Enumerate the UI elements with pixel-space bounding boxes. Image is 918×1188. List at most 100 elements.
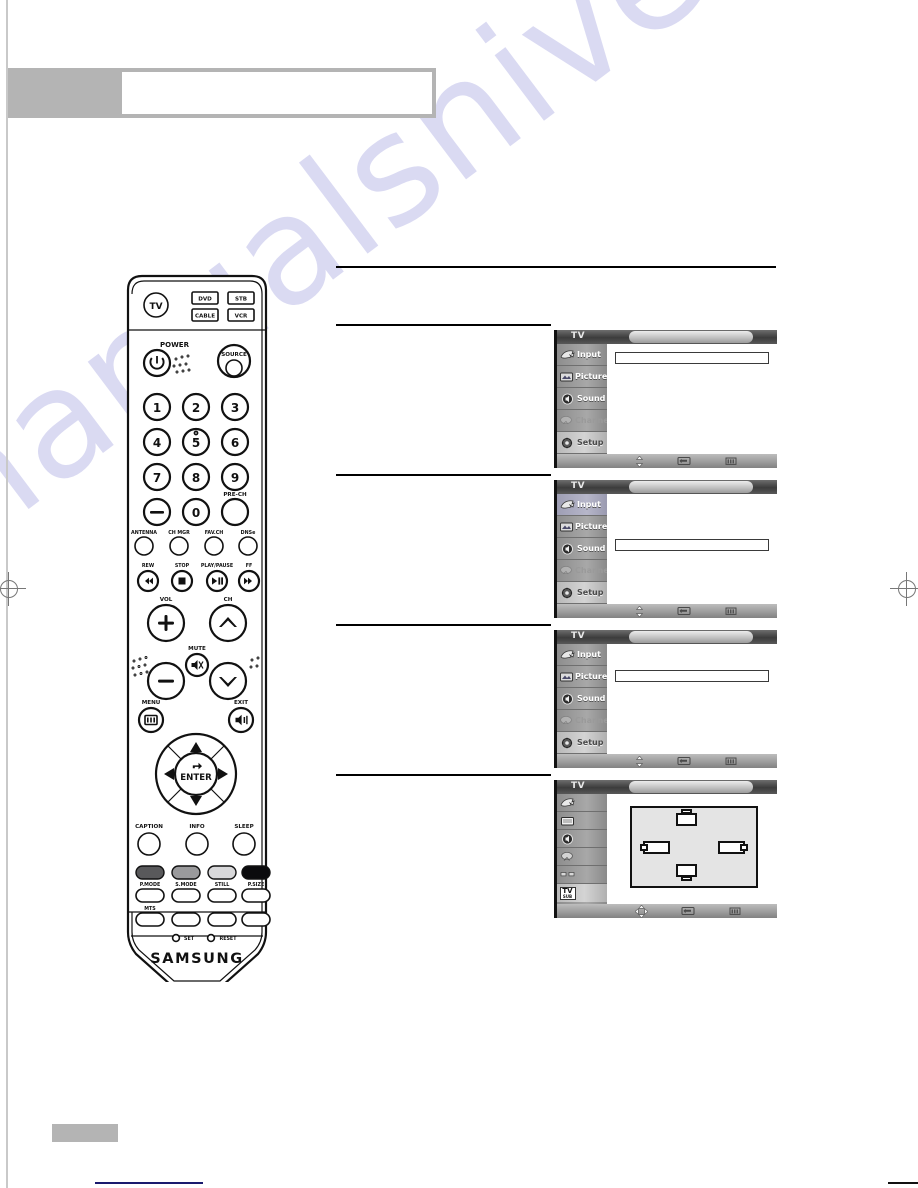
osd-item-setup[interactable]: Setup: [557, 582, 607, 604]
osd-highlighted-field[interactable]: [615, 352, 769, 364]
osd-statusbar: [557, 904, 777, 918]
svg-text:VOL: VOL: [160, 597, 173, 603]
osd-item-label: Sound: [577, 394, 606, 403]
svg-text:6: 6: [231, 436, 239, 450]
pip-position-diagram[interactable]: [630, 806, 758, 888]
svg-text:SOURCE: SOURCE: [221, 352, 247, 358]
sound-icon: [559, 693, 576, 705]
svg-text:4: 4: [153, 436, 161, 450]
footer-block: [52, 1124, 118, 1142]
osd-item-input[interactable]: Input: [557, 494, 607, 516]
osd-source-label: TV: [571, 781, 586, 791]
osd-item-setup[interactable]: [557, 866, 607, 884]
osd-content-panel: [607, 644, 777, 754]
osd-sidebar[interactable]: TV SUB: [557, 794, 607, 904]
pip-position-bottom-center[interactable]: [676, 864, 697, 881]
osd-item-sound[interactable]: Sound: [557, 388, 607, 410]
osd-item-label: Setup: [577, 438, 604, 447]
move-icon: [635, 454, 644, 468]
osd-item-input[interactable]: Input: [557, 344, 607, 366]
svg-text:CABLE: CABLE: [195, 314, 215, 320]
osd-sidebar[interactable]: Input Picture Sound Channel Setup: [557, 494, 612, 604]
osd-item-setup[interactable]: Setup: [557, 432, 607, 454]
osd-item-label: Setup: [577, 588, 604, 597]
svg-text:1: 1: [153, 401, 161, 415]
osd-item-sound[interactable]: Sound: [557, 688, 607, 710]
osd-item-input[interactable]: [557, 794, 607, 812]
svg-text:SAMSUNG: SAMSUNG: [150, 951, 244, 967]
osd-item-picture[interactable]: [557, 812, 607, 830]
osd-source-label: TV: [571, 631, 586, 641]
osd-item-picture[interactable]: Picture: [557, 516, 607, 538]
osd-item-tv-sub[interactable]: TV SUB: [557, 884, 607, 902]
svg-text:CAPTION: CAPTION: [135, 824, 163, 830]
osd-sidebar[interactable]: Input Picture Sound Channel Setup: [557, 344, 612, 454]
svg-text:STB: STB: [235, 297, 247, 303]
osd-item-input[interactable]: Input: [557, 644, 607, 666]
picture-icon: [559, 815, 576, 827]
return-icon: [725, 754, 737, 768]
svg-text:TV: TV: [149, 302, 162, 312]
section-divider: [336, 624, 551, 626]
svg-text:ANTENNA: ANTENNA: [131, 530, 157, 536]
setup-icon: [559, 870, 576, 880]
svg-text:MENU: MENU: [142, 700, 161, 706]
osd-item-channel[interactable]: Channel: [557, 710, 612, 732]
osd-item-sound[interactable]: [557, 830, 607, 848]
pip-position-right-center[interactable]: [718, 841, 748, 854]
svg-text:3: 3: [231, 401, 239, 415]
osd-item-picture[interactable]: Picture: [557, 666, 607, 688]
osd-content-panel: [607, 494, 777, 604]
manual-page: manualshive.com .body-fill { fill:#fffff…: [0, 0, 918, 1188]
osd-content-panel: [607, 344, 777, 454]
osd-item-picture[interactable]: Picture: [557, 366, 607, 388]
osd-title-pill: [629, 331, 753, 343]
osd-item-channel[interactable]: Channel: [557, 410, 612, 432]
svg-text:STILL: STILL: [215, 882, 230, 888]
return-icon: [725, 604, 737, 618]
svg-text:0: 0: [192, 506, 200, 520]
osd-highlighted-field[interactable]: [615, 539, 769, 551]
input-icon: [559, 349, 576, 361]
tv-sub-icon: TV SUB: [559, 886, 576, 900]
osd-item-sound[interactable]: Sound: [557, 538, 607, 560]
osd-titlebar: TV: [557, 330, 777, 344]
osd-item-setup[interactable]: Setup: [557, 732, 607, 754]
pip-position-top-center[interactable]: [676, 809, 697, 826]
return-icon: [725, 454, 737, 468]
input-icon: [559, 797, 576, 809]
page-title-box: [122, 72, 432, 114]
osd-source-label: TV: [571, 481, 586, 491]
picture-icon: [559, 671, 574, 683]
footer-rule-right: [888, 1182, 918, 1184]
osd-item-label: Picture: [575, 672, 608, 681]
svg-text:8: 8: [192, 471, 200, 485]
osd-titlebar: TV: [557, 630, 777, 644]
svg-text:2: 2: [192, 401, 200, 415]
svg-text:CH MGR: CH MGR: [168, 530, 190, 536]
svg-text:RESET: RESET: [220, 936, 238, 942]
channel-icon: [559, 415, 574, 427]
osd-sidebar[interactable]: Input Picture Sound Channel Setup: [557, 644, 612, 754]
setup-icon: [559, 437, 576, 449]
enter-icon: [677, 454, 691, 468]
svg-text:SET: SET: [184, 936, 195, 942]
move-icon: [635, 754, 644, 768]
svg-text:PLAY/PAUSE: PLAY/PAUSE: [201, 563, 233, 569]
svg-text:FAV.CH: FAV.CH: [205, 530, 224, 536]
osd-screenshot-setup-3: TV Input Picture Sound Channel Setup: [554, 630, 777, 768]
osd-item-label: Setup: [577, 738, 604, 747]
setup-icon: [559, 737, 576, 749]
channel-icon: [559, 715, 574, 727]
osd-item-channel[interactable]: Channel: [557, 560, 612, 582]
svg-text:MUTE: MUTE: [188, 646, 206, 652]
osd-highlighted-field[interactable]: [615, 670, 769, 682]
pip-position-left-center[interactable]: [640, 841, 670, 854]
osd-statusbar: [557, 454, 777, 468]
svg-text:SLEEP: SLEEP: [234, 824, 253, 830]
osd-title-pill: [629, 481, 753, 493]
osd-item-channel[interactable]: [557, 848, 607, 866]
sound-icon: [559, 393, 576, 405]
svg-text:EXIT: EXIT: [234, 700, 248, 706]
osd-screenshot-setup-1: TV Input Picture Sound Channel Setup: [554, 330, 777, 468]
